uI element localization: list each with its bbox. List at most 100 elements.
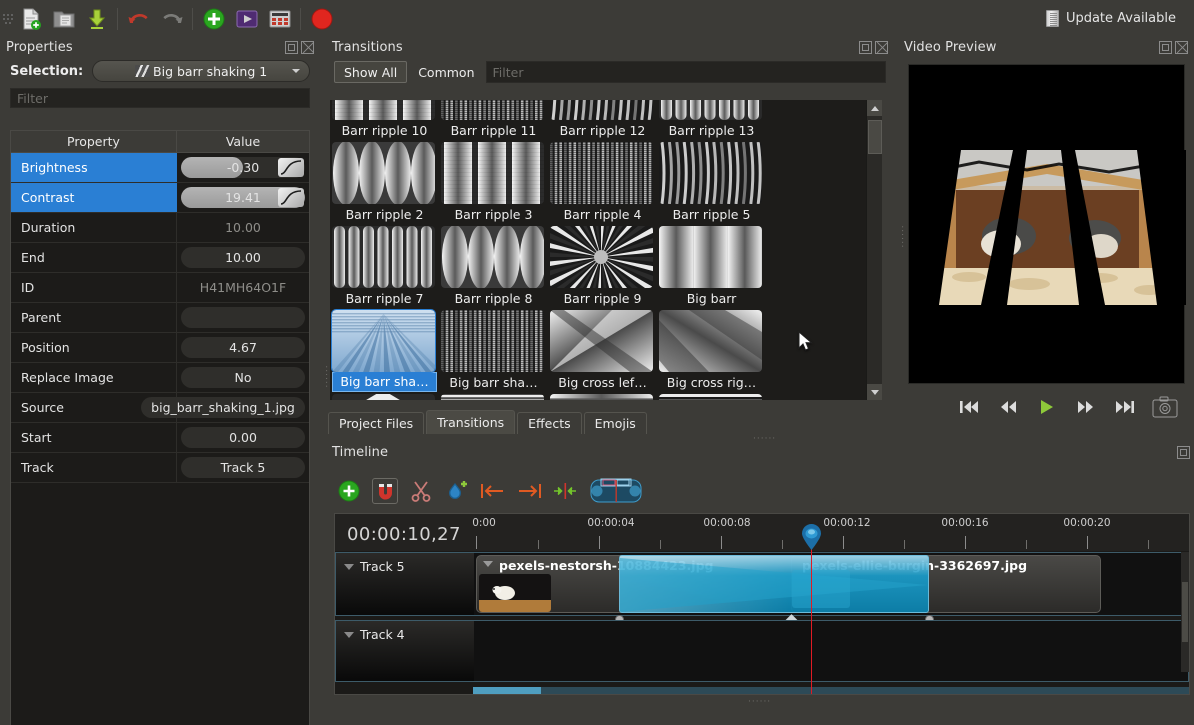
preview-close-button[interactable] <box>1175 40 1188 54</box>
animated-title-button[interactable] <box>230 2 263 35</box>
chevron-down-icon[interactable] <box>344 564 354 570</box>
timeline-transition-clip[interactable] <box>619 555 929 613</box>
left-splitter-handle[interactable]: ······ <box>321 365 331 388</box>
source-value-box[interactable]: big_barr_shaking_1.jpg <box>141 397 305 418</box>
transition-item[interactable]: Barr ripple 5 <box>659 142 764 225</box>
transition-item[interactable]: Big barr <box>659 226 764 309</box>
import-files-button[interactable] <box>197 2 230 35</box>
transition-item[interactable]: Big cross lef… <box>550 310 655 393</box>
property-value-cell[interactable]: -0.30 <box>177 153 309 182</box>
play-button[interactable] <box>1036 398 1058 416</box>
table-row[interactable]: Track Track 5 <box>11 453 309 483</box>
timeline-ruler[interactable]: 00:00:10,27 0:00 00:00:04 00:00:08 00:00… <box>335 514 1189 551</box>
transition-item[interactable]: Blinds sliding <box>659 394 764 400</box>
table-row[interactable]: ID H41MH64O1F <box>11 273 309 303</box>
table-row[interactable]: Brightness -0.30 <box>11 153 309 183</box>
table-row[interactable]: Source big_barr_shaking_1.jpg <box>11 393 309 423</box>
jump-end-button[interactable] <box>1114 398 1136 416</box>
replace-image-value-box[interactable]: No <box>181 367 305 388</box>
track-value-box[interactable]: Track 5 <box>181 457 305 478</box>
open-project-button[interactable] <box>47 2 80 35</box>
transition-item[interactable]: Barr ripple 13 <box>659 100 764 141</box>
properties-float-button[interactable] <box>285 40 298 54</box>
table-row[interactable]: Parent <box>11 303 309 333</box>
keyframe-curve-icon[interactable] <box>278 188 304 207</box>
scrollbar-thumb[interactable] <box>473 687 541 694</box>
tab-project-files[interactable]: Project Files <box>328 412 425 434</box>
jump-start-button[interactable] <box>958 398 980 416</box>
property-value-cell[interactable]: 4.67 <box>177 333 309 362</box>
vertical-splitter-handle[interactable]: ······ <box>897 225 907 248</box>
transition-item[interactable]: Big barr sha… <box>441 310 546 393</box>
timeline-horizontal-scrollbar[interactable] <box>473 687 1189 694</box>
fast-forward-button[interactable] <box>1075 398 1097 416</box>
previous-marker-button[interactable] <box>480 478 506 504</box>
update-available-button[interactable]: Update Available <box>1036 5 1186 33</box>
transition-item[interactable]: Barr ripple 8 <box>441 226 546 309</box>
toolbar-grip[interactable] <box>2 7 14 31</box>
show-all-button[interactable]: Show All <box>334 61 408 83</box>
new-project-button[interactable] <box>14 2 47 35</box>
timeline-canvas[interactable]: 00:00:10,27 0:00 00:00:04 00:00:08 00:00… <box>334 513 1190 695</box>
transition-item[interactable]: Barr ripple 4 <box>550 142 655 225</box>
keyframe-curve-icon[interactable] <box>278 158 304 177</box>
playhead-marker[interactable] <box>801 524 821 550</box>
property-value-cell[interactable] <box>177 303 309 332</box>
transitions-close-button[interactable] <box>875 40 888 54</box>
parent-value-box[interactable] <box>181 307 305 328</box>
track-header-5[interactable]: Track 5 <box>336 553 474 615</box>
scrollbar-thumb[interactable] <box>1182 582 1188 642</box>
transition-item[interactable]: Barr ripple 7 <box>332 226 437 309</box>
transition-item[interactable]: Big losange <box>332 394 437 400</box>
property-value-cell[interactable]: Track 5 <box>177 453 309 482</box>
razor-tool-button[interactable] <box>408 478 434 504</box>
table-row[interactable]: Duration 10.00 <box>11 213 309 243</box>
position-value-box[interactable]: 4.67 <box>181 337 305 358</box>
rewind-button[interactable] <box>997 398 1019 416</box>
transition-item[interactable]: Blinds in to … <box>550 394 655 400</box>
timeline-vertical-scrollbar[interactable] <box>1181 552 1189 672</box>
transition-item[interactable]: Big cross rig… <box>659 310 764 393</box>
video-preview-canvas[interactable] <box>908 64 1186 384</box>
transition-item[interactable]: Barr ripple 10 <box>332 100 437 141</box>
transitions-scrollbar[interactable] <box>866 100 882 400</box>
timeline-float-button[interactable] <box>1177 446 1190 459</box>
selection-dropdown[interactable]: Big barr shaking 1 <box>92 60 310 82</box>
properties-filter-input[interactable]: Filter <box>10 88 310 108</box>
tab-transitions[interactable]: Transitions <box>426 410 516 434</box>
tab-emojis[interactable]: Emojis <box>583 412 647 434</box>
table-row[interactable]: Contrast 19.41 <box>11 183 309 213</box>
add-track-button[interactable] <box>336 478 362 504</box>
end-value-box[interactable]: 10.00 <box>181 247 305 268</box>
undo-button[interactable] <box>122 2 155 35</box>
table-row[interactable]: Position 4.67 <box>11 333 309 363</box>
common-button[interactable]: Common <box>415 65 477 80</box>
add-marker-button[interactable] <box>444 478 470 504</box>
start-value-box[interactable]: 0.00 <box>181 427 305 448</box>
transition-item[interactable]: Barr ripple 9 <box>550 226 655 309</box>
capture-snapshot-button[interactable] <box>1152 396 1178 421</box>
tab-effects[interactable]: Effects <box>517 412 582 434</box>
preview-float-button[interactable] <box>1159 40 1172 54</box>
next-marker-button[interactable] <box>516 478 542 504</box>
table-row[interactable]: Replace Image No <box>11 363 309 393</box>
transitions-float-button[interactable] <box>859 40 872 54</box>
snapping-toggle[interactable] <box>372 478 398 504</box>
property-value-cell[interactable]: 10.00 <box>177 243 309 272</box>
scrollbar-thumb[interactable] <box>868 120 882 154</box>
timeline-track-5[interactable]: Track 5 pexels-nestorsh-10884423.jpg pex… <box>335 552 1189 627</box>
scroll-up-button[interactable] <box>867 100 882 116</box>
export-video-button[interactable] <box>305 2 338 35</box>
properties-close-button[interactable] <box>301 40 314 54</box>
title-button[interactable] <box>263 2 296 35</box>
scroll-down-button[interactable] <box>867 384 882 400</box>
transitions-filter-input[interactable]: Filter <box>485 61 886 83</box>
timeline-zoom-slider[interactable] <box>588 477 644 505</box>
chevron-down-icon[interactable] <box>344 632 354 638</box>
property-value-cell[interactable]: 0.00 <box>177 423 309 452</box>
chevron-down-icon[interactable] <box>483 561 493 567</box>
transition-item[interactable]: Barr ripple 3 <box>441 142 546 225</box>
transition-item[interactable]: Big barr sha… <box>331 309 437 393</box>
property-value-cell[interactable]: 19.41 <box>177 183 309 212</box>
redo-button[interactable] <box>155 2 188 35</box>
